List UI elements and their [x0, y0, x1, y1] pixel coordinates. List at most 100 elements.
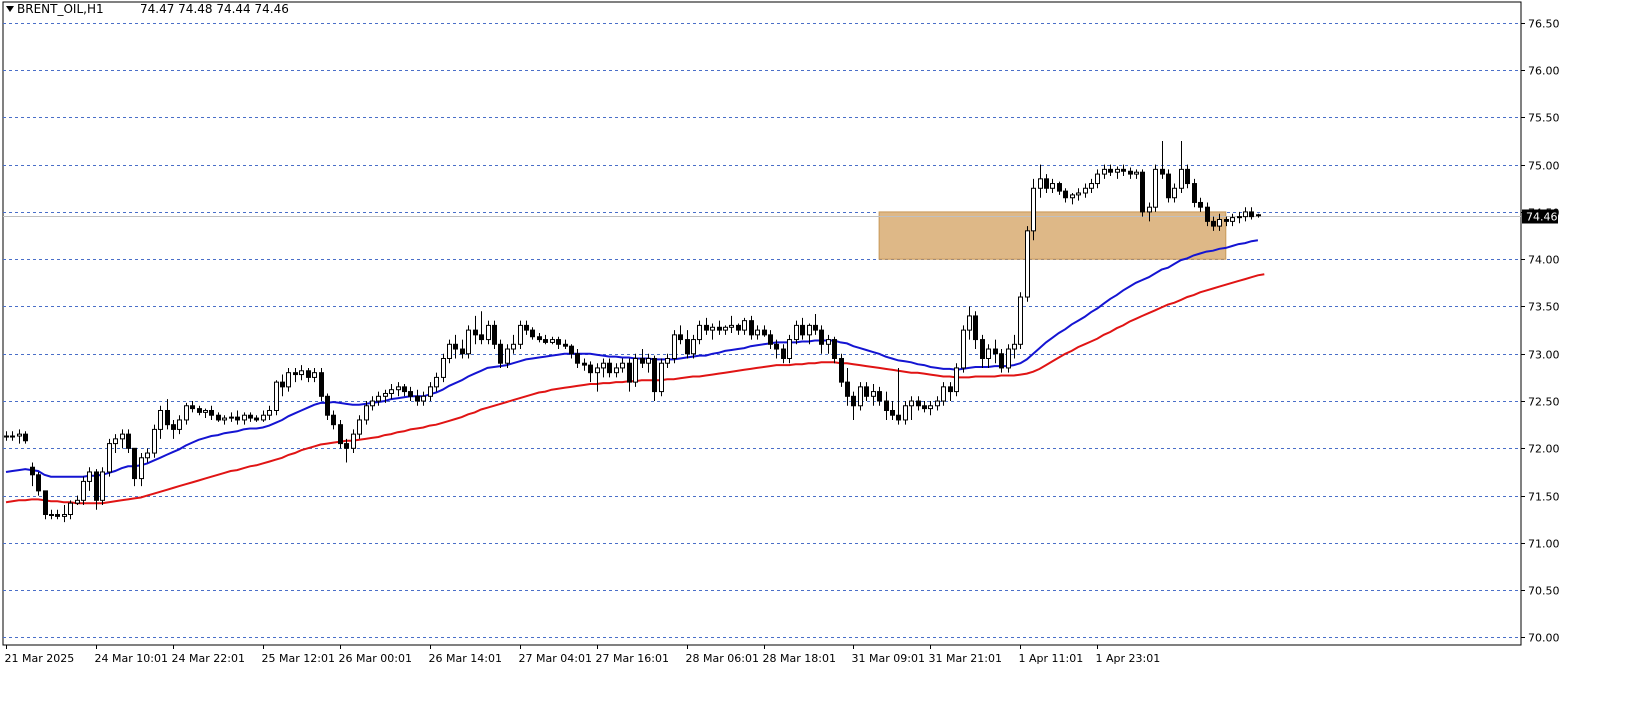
candle-body: [274, 381, 279, 411]
candle-body: [1070, 194, 1075, 199]
candle-body: [357, 419, 362, 435]
candle-body: [980, 339, 985, 359]
candle-body: [1224, 218, 1229, 222]
candle-body: [646, 357, 651, 364]
candle-body: [87, 471, 92, 482]
candle-body: [139, 457, 144, 480]
candle-body: [222, 417, 227, 421]
candle-body: [460, 348, 465, 355]
candle-body: [575, 353, 580, 364]
candle-body: [408, 391, 413, 397]
candle-body: [1140, 171, 1145, 213]
candle-body: [30, 466, 35, 476]
candle-body: [710, 326, 715, 331]
candle-body: [1166, 173, 1171, 199]
candle-body: [396, 386, 401, 391]
candle-body: [184, 405, 189, 421]
candle-body: [370, 400, 375, 407]
candle-body: [749, 320, 754, 336]
candle-body: [338, 424, 343, 445]
x-tick-label: 24 Mar 22:01: [172, 652, 245, 665]
candle-body: [447, 343, 452, 359]
candle-body: [787, 339, 792, 359]
y-tick-label: 71.00: [1528, 538, 1560, 551]
candle-body: [1063, 190, 1068, 199]
candle-body: [49, 514, 54, 517]
candle-body: [203, 409, 208, 413]
ma-slow-line: [5, 273, 1265, 505]
candle-body: [248, 414, 253, 419]
candle-body: [832, 339, 837, 359]
candle-body: [537, 336, 542, 341]
candle-body: [415, 395, 420, 402]
candle-body: [928, 405, 933, 410]
candle-body: [871, 391, 876, 397]
candle-body: [1217, 218, 1222, 227]
y-tick-label: 76.50: [1528, 18, 1560, 31]
candle-body: [1172, 187, 1177, 199]
x-tick-label: 28 Mar 18:01: [763, 652, 836, 665]
x-tick-label: 21 Mar 2025: [5, 652, 75, 665]
candle-body: [1095, 173, 1100, 185]
candle-body: [1115, 168, 1120, 173]
candle-body: [132, 447, 137, 480]
candle-body: [17, 433, 22, 437]
y-tick-label: 73.50: [1528, 301, 1560, 314]
candle-body: [807, 324, 812, 336]
x-tick-label: 25 Mar 12:01: [262, 652, 335, 665]
y-tick-label: 72.00: [1528, 443, 1560, 456]
candle-body: [492, 324, 497, 345]
candle-body: [678, 334, 683, 341]
candle-body: [511, 343, 516, 350]
candle-body: [434, 376, 439, 388]
y-tick-label: 72.50: [1528, 396, 1560, 409]
candle-body: [569, 345, 574, 355]
candle-body: [55, 514, 60, 517]
candle-body: [23, 433, 28, 442]
candle-body: [781, 348, 786, 359]
candle-body: [479, 334, 484, 341]
candle-body: [665, 357, 670, 364]
candle-body: [286, 372, 291, 388]
candle-body: [1185, 168, 1190, 185]
candle-body: [75, 499, 80, 504]
candle-body: [1057, 183, 1062, 192]
candle-body: [543, 339, 548, 343]
candle-body: [839, 357, 844, 383]
x-tick-label: 28 Mar 06:01: [686, 652, 759, 665]
candle-body: [10, 435, 15, 438]
candle-body: [1018, 296, 1023, 345]
candle-body: [518, 324, 523, 345]
candle-body: [68, 502, 73, 516]
candle-body: [254, 417, 259, 421]
candle-body: [306, 370, 311, 378]
candle-body: [1192, 183, 1197, 203]
candle-body: [1134, 171, 1139, 175]
candle-body: [652, 357, 657, 393]
price-zone-rect[interactable]: [878, 211, 1227, 260]
candle-body: [267, 409, 272, 416]
candle-body: [890, 409, 895, 416]
candle-body: [325, 395, 330, 416]
candle-body: [588, 364, 593, 374]
current-price-label: 74.46: [1526, 211, 1558, 224]
candle-body: [171, 424, 176, 430]
candle-body: [742, 320, 747, 331]
price-chart[interactable]: 76.5076.0075.5075.0074.5074.0073.5073.00…: [0, 0, 1651, 708]
candle-body: [896, 414, 901, 421]
candle-body: [152, 428, 157, 454]
candle-body: [120, 433, 125, 440]
candle-body: [813, 324, 818, 331]
candle-body: [800, 324, 805, 336]
candle-body: [261, 414, 266, 421]
candle-body: [627, 362, 632, 383]
candle-body: [62, 514, 67, 517]
candle-body: [107, 443, 112, 473]
candle-body: [344, 443, 349, 449]
candle-body: [505, 348, 510, 364]
candle-body: [999, 353, 1004, 369]
candle-body: [704, 324, 709, 331]
candle-body: [672, 334, 677, 359]
candle-body: [755, 329, 760, 336]
candle-body: [697, 324, 702, 341]
